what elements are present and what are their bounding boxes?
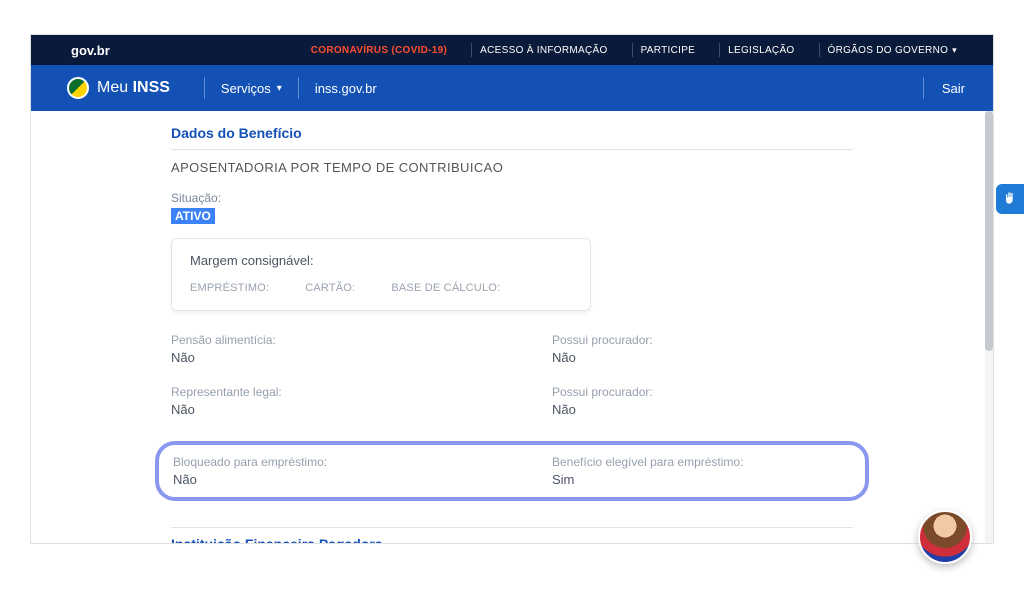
margin-col-emprestimo: EMPRÉSTIMO: <box>190 282 269 294</box>
field-label: Pensão alimentícia: <box>171 333 472 347</box>
browser-viewport: gov.br CORONAVÍRUS (COVID-19) ACESSO À I… <box>30 34 994 544</box>
gov-topbar: gov.br CORONAVÍRUS (COVID-19) ACESSO À I… <box>31 35 993 65</box>
brand-text: Meu INSS <box>97 79 170 97</box>
margin-card: Margem consignável: EMPRÉSTIMO: CARTÃO: … <box>171 238 591 311</box>
topbar-link-orgaos-label: ÓRGÃOS DO GOVERNO <box>828 45 949 56</box>
field-label: Possui procurador: <box>552 385 853 399</box>
nav-separator <box>298 77 299 99</box>
main-navbar: Meu INSS Serviços ▾ inss.gov.br Sair <box>31 65 993 111</box>
margin-card-head: Margem consignável: <box>190 253 572 268</box>
field-representante: Representante legal: Não <box>171 385 472 417</box>
benefit-title: APOSENTADORIA POR TEMPO DE CONTRIBUICAO <box>171 160 853 175</box>
field-pensao: Pensão alimentícia: Não <box>171 333 472 365</box>
govbr-logo[interactable]: gov.br <box>71 43 110 58</box>
chevron-down-icon: ▾ <box>952 45 957 56</box>
field-elegivel: Benefício elegível para empréstimo: Sim <box>552 455 851 487</box>
field-label: Bloqueado para empréstimo: <box>173 455 472 469</box>
hand-icon <box>1002 191 1018 207</box>
highlighted-row: Bloqueado para empréstimo: Não Benefício… <box>155 441 869 501</box>
field-value: Não <box>552 402 853 417</box>
margin-col-cartao: CARTÃO: <box>305 282 355 294</box>
libras-accessibility-tab[interactable] <box>996 184 1024 214</box>
field-value: Sim <box>552 472 851 487</box>
brand[interactable]: Meu INSS <box>67 77 188 99</box>
nav-services-label: Serviços <box>221 81 271 96</box>
topbar-link-participe[interactable]: PARTICIPE <box>632 43 704 57</box>
brand-text-bold: INSS <box>133 79 170 96</box>
content-area: Dados do Benefício APOSENTADORIA POR TEM… <box>31 111 993 544</box>
field-label: Possui procurador: <box>552 333 853 347</box>
field-procurador-2: Possui procurador: Não <box>552 385 853 417</box>
topbar-link-acesso[interactable]: ACESSO À INFORMAÇÃO <box>471 43 615 57</box>
margin-col-base: BASE DE CÁLCULO: <box>391 282 500 294</box>
situacao-value: ATIVO <box>171 208 215 224</box>
chevron-down-icon: ▾ <box>277 83 282 94</box>
nav-separator <box>204 77 205 99</box>
field-bloqueado: Bloqueado para empréstimo: Não <box>173 455 472 487</box>
scrollbar-thumb[interactable] <box>985 111 993 351</box>
section-heading: Dados do Benefício <box>171 125 853 150</box>
field-value: Não <box>173 472 472 487</box>
situacao-label: Situação: <box>171 191 853 205</box>
brand-text-plain: Meu <box>97 79 133 96</box>
topbar-link-orgaos[interactable]: ÓRGÃOS DO GOVERNO ▾ <box>819 43 966 57</box>
topbar-link-legislacao[interactable]: LEGISLAÇÃO <box>719 43 802 57</box>
nav-separator <box>923 77 924 99</box>
instituicao-heading: Instituição Financeira Pagadora <box>171 536 853 544</box>
nav-url[interactable]: inss.gov.br <box>315 81 377 96</box>
nav-exit[interactable]: Sair <box>942 81 965 96</box>
assistant-avatar[interactable] <box>918 510 972 564</box>
topbar-link-covid[interactable]: CORONAVÍRUS (COVID-19) <box>303 43 455 57</box>
inss-logo-icon <box>67 77 89 99</box>
field-value: Não <box>171 402 472 417</box>
nav-services[interactable]: Serviços ▾ <box>221 81 282 96</box>
field-label: Representante legal: <box>171 385 472 399</box>
margin-card-row: EMPRÉSTIMO: CARTÃO: BASE DE CÁLCULO: <box>190 282 572 294</box>
fields-grid: Pensão alimentícia: Não Possui procurado… <box>171 333 853 501</box>
field-procurador-1: Possui procurador: Não <box>552 333 853 365</box>
section-separator: Instituição Financeira Pagadora <box>171 527 853 544</box>
field-label: Benefício elegível para empréstimo: <box>552 455 851 469</box>
field-value: Não <box>171 350 472 365</box>
field-value: Não <box>552 350 853 365</box>
